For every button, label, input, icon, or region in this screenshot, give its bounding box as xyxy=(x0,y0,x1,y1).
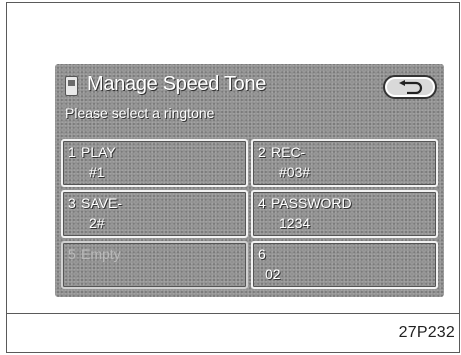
slot-name: SAVE- xyxy=(81,195,122,211)
return-arrow-icon xyxy=(399,80,423,94)
slot-code: #03# xyxy=(279,164,311,180)
manage-speed-tone-screen: Manage Speed Tone Please select a ringto… xyxy=(55,64,444,297)
ringtone-slot-6[interactable]: 6 02 xyxy=(251,241,438,289)
slot-name: PASSWORD xyxy=(271,195,352,211)
slot-code: 02 xyxy=(265,266,281,282)
slot-number: 4 xyxy=(258,195,266,211)
slot-name: Empty xyxy=(81,246,121,262)
ringtone-slot-1[interactable]: 1 PLAY #1 xyxy=(61,139,248,187)
ringtone-slot-3[interactable]: 3 SAVE- 2# xyxy=(61,190,248,238)
phone-icon xyxy=(65,76,78,96)
slot-number: 6 xyxy=(258,246,266,262)
slot-code: 2# xyxy=(89,215,105,231)
screen-title: Manage Speed Tone xyxy=(87,73,267,95)
slot-number: 1 xyxy=(68,144,76,160)
slot-name: REC- xyxy=(271,144,306,160)
figure-id: 27P232 xyxy=(398,324,455,341)
ringtone-slot-4[interactable]: 4 PASSWORD 1234 xyxy=(251,190,438,238)
slot-name: PLAY xyxy=(81,144,116,160)
screen-subtitle: Please select a ringtone xyxy=(65,105,215,121)
ringtone-slot-2[interactable]: 2 REC- #03# xyxy=(251,139,438,187)
slot-code: #1 xyxy=(89,164,105,180)
figure-divider xyxy=(6,313,460,314)
slot-number: 5 xyxy=(68,246,76,262)
ringtone-slot-5: 5 Empty xyxy=(61,241,248,289)
slot-code: 1234 xyxy=(279,215,311,231)
slot-number: 2 xyxy=(258,144,266,160)
back-button[interactable] xyxy=(383,75,437,99)
slot-number: 3 xyxy=(68,195,76,211)
